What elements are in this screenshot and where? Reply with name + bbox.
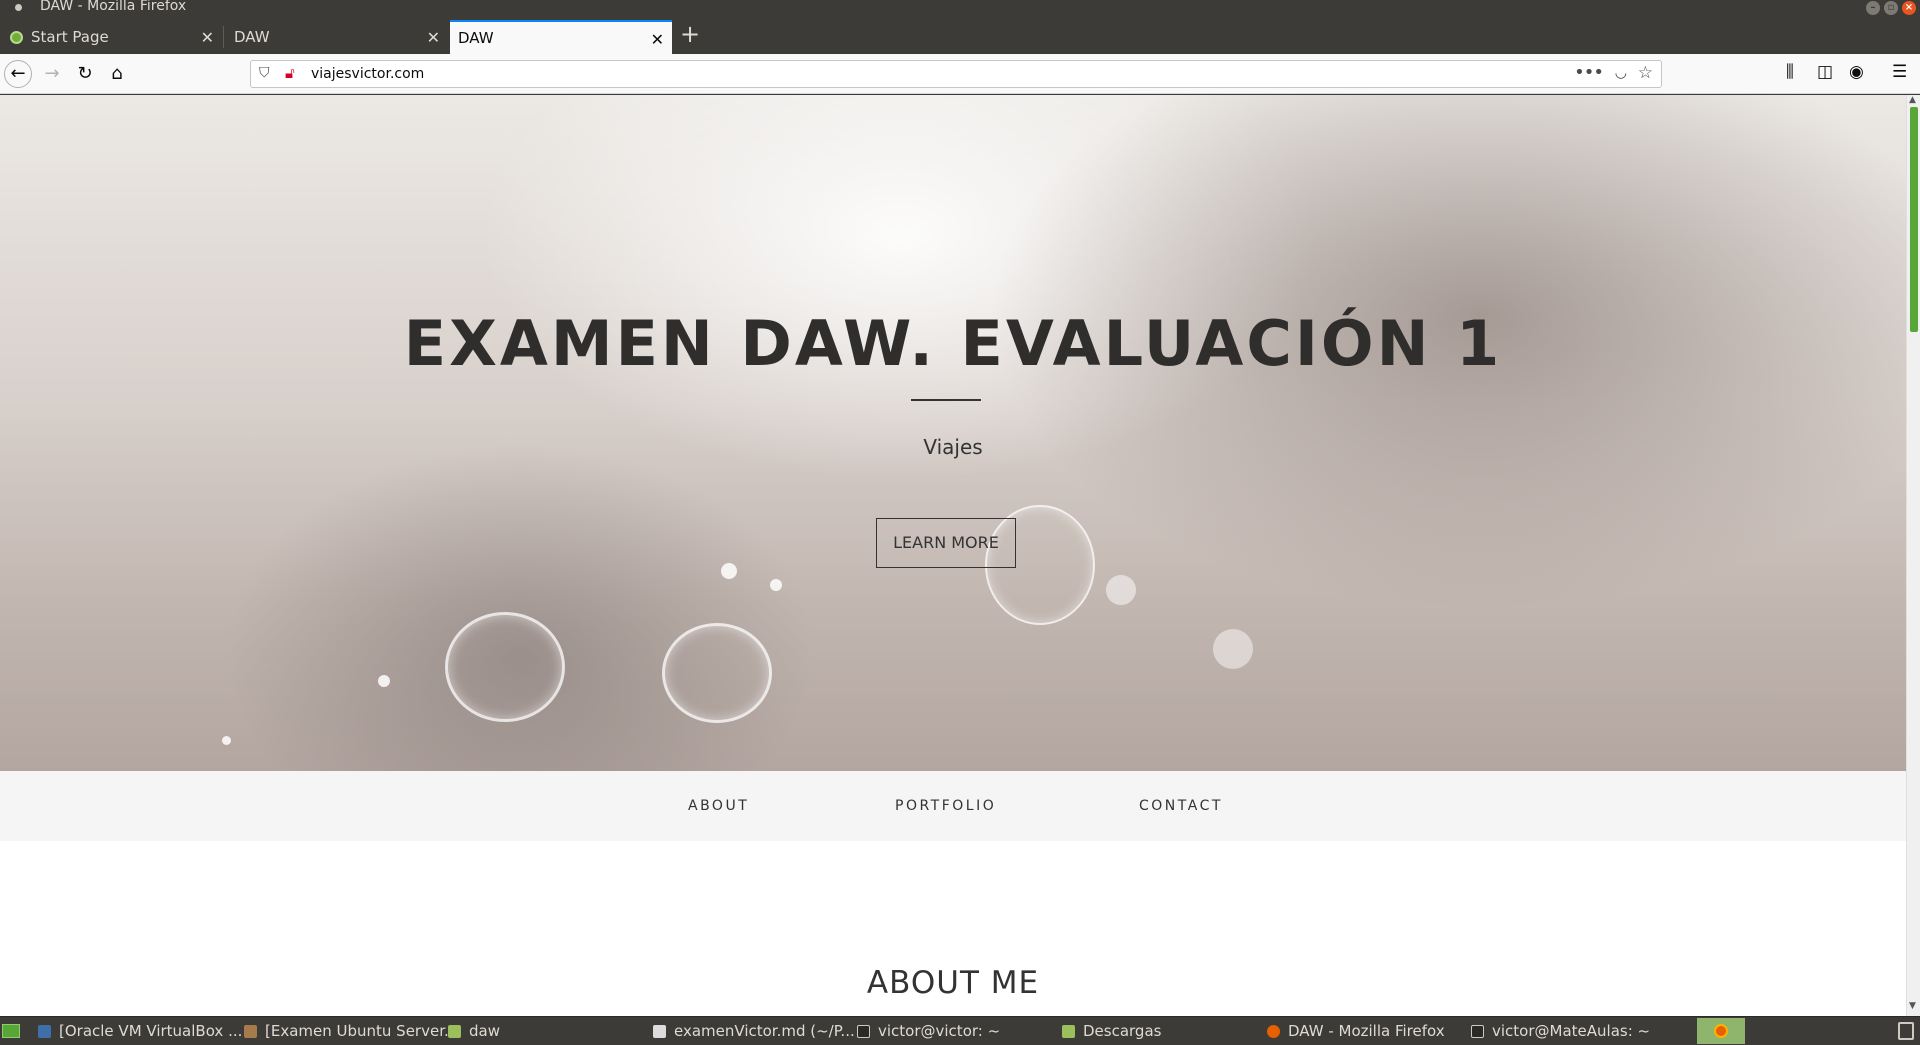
section-navigation: ABOUT PORTFOLIO CONTACT [0,771,1906,841]
system-taskbar: [Oracle VM VirtualBox ... [Examen Ubuntu… [0,1016,1920,1045]
nav-link-about[interactable]: ABOUT [688,798,749,814]
taskbar-item-label: victor@victor: ~ [878,1022,1001,1040]
window-menu-icon[interactable] [15,4,22,11]
taskbar-item-label: DAW - Mozilla Firefox [1288,1022,1445,1040]
taskbar-item-terminal-victor[interactable]: victor@victor: ~ [857,1022,1000,1040]
navigation-toolbar: ← → ↻ ⌂ ⛉ 🔓︎ viajesvictor.com ••• ◡ ☆ ⫼ … [0,54,1920,94]
taskbar-item-terminal-mateaulas[interactable]: victor@MateAulas: ~ [1471,1022,1650,1040]
address-bar[interactable]: ⛉ 🔓︎ viajesvictor.com ••• ◡ ☆ [250,60,1662,88]
text-editor-icon [653,1024,666,1038]
scroll-up-arrow-icon[interactable]: ▲ [1909,95,1916,105]
taskbar-item-descargas[interactable]: Descargas [1062,1022,1161,1040]
hero-subtitle: Viajes [923,435,983,459]
forward-arrow-icon[interactable]: → [38,60,66,88]
close-window-button[interactable]: × [1902,1,1916,15]
maximize-button[interactable]: ▫ [1884,1,1898,15]
taskbar-item-virtualbox[interactable]: [Oracle VM VirtualBox ... [38,1022,242,1040]
folder-icon [448,1024,461,1038]
hero-divider [911,399,981,401]
close-tab-icon[interactable]: ✕ [201,28,214,47]
sparkle-decoration [222,736,231,745]
nav-link-portfolio[interactable]: PORTFOLIO [895,798,996,814]
tab-start-page[interactable]: Start Page ✕ [0,20,222,54]
taskbar-item-label: [Oracle VM VirtualBox ... [59,1022,243,1040]
tracking-shield-icon[interactable]: ⛉ [259,65,270,81]
vm-window-icon [244,1024,257,1038]
scroll-down-arrow-icon[interactable]: ▼ [1909,1001,1916,1011]
hero-section: EXAMEN DAW. EVALUACIÓN 1 Viajes LEARN MO… [0,95,1906,771]
tab-label: Start Page [31,28,109,46]
learn-more-button[interactable]: LEARN MORE [876,518,1016,568]
terminal-icon [1471,1024,1484,1038]
sparkle-decoration [770,579,782,591]
taskbar-item-label: examenVictor.md (~/P... [674,1022,855,1040]
tab-label: DAW [458,29,494,47]
tab-strip: Start Page ✕ DAW ✕ DAW ✕ + [0,16,1920,54]
taskbar-item-daw-folder[interactable]: daw [448,1022,500,1040]
sparkle-decoration [1213,629,1253,669]
back-arrow-icon[interactable]: ← [4,60,32,88]
library-icon[interactable]: ⫼ [1786,62,1794,82]
tab-label: DAW [234,28,270,46]
new-tab-icon[interactable]: + [680,20,700,48]
taskbar-item-label: daw [469,1022,500,1040]
nav-link-contact[interactable]: CONTACT [1139,798,1223,814]
sidebar-icon[interactable]: ◫ [1817,62,1833,82]
close-tab-icon[interactable]: ✕ [427,28,440,47]
page-actions-more-icon[interactable]: ••• [1574,62,1604,83]
virtualbox-icon [38,1024,51,1038]
hero-title: EXAMEN DAW. EVALUACIÓN 1 [403,307,1503,380]
bookmark-star-icon[interactable]: ☆ [1638,63,1653,83]
sparkle-decoration [1106,575,1136,605]
show-desktop-icon[interactable] [2,1024,20,1038]
tab-daw-active[interactable]: DAW ✕ [450,20,672,54]
url-text[interactable]: viajesvictor.com [311,66,424,82]
window-titlebar: DAW - Mozilla Firefox – ▫ × [0,0,1920,16]
trash-icon[interactable] [1898,1022,1914,1040]
start-page-favicon-icon [10,30,23,44]
window-title: DAW - Mozilla Firefox [40,0,187,14]
workspace-switcher[interactable] [1697,1018,1745,1044]
bubble-decoration [445,612,565,722]
sparkle-decoration [378,675,390,687]
close-tab-icon[interactable]: ✕ [651,30,664,49]
page-viewport: EXAMEN DAW. EVALUACIÓN 1 Viajes LEARN MO… [0,95,1906,1016]
taskbar-item-label: [Examen Ubuntu Server... [265,1022,459,1040]
folder-icon [1062,1024,1075,1038]
taskbar-item-label: Descargas [1083,1022,1162,1040]
firefox-icon [1267,1024,1280,1038]
taskbar-item-editor[interactable]: examenVictor.md (~/P... [653,1022,855,1040]
taskbar-item-examen-ubuntu[interactable]: [Examen Ubuntu Server... [244,1022,458,1040]
reload-icon[interactable]: ↻ [71,60,99,88]
scrollbar-thumb[interactable] [1910,107,1918,332]
taskbar-item-firefox[interactable]: DAW - Mozilla Firefox [1267,1022,1445,1040]
minimize-button[interactable]: – [1866,1,1880,15]
about-me-heading: ABOUT ME [866,965,1040,1001]
firefox-workspace-icon [1714,1024,1728,1038]
sparkle-decoration [721,563,737,579]
pocket-icon[interactable]: ◡ [1615,65,1627,81]
taskbar-item-label: victor@MateAulas: ~ [1492,1022,1651,1040]
bubble-decoration [662,623,772,723]
tab-daw-1[interactable]: DAW ✕ [226,20,448,54]
tab-separator [223,26,224,48]
window-controls: – ▫ × [1866,1,1916,15]
home-icon[interactable]: ⌂ [103,60,131,88]
account-icon[interactable]: ◉ [1849,62,1864,82]
page-scrollbar[interactable]: ▲ ▼ [1906,95,1920,1016]
insecure-lock-icon[interactable]: 🔓︎ [285,64,295,82]
hamburger-menu-icon[interactable]: ☰ [1892,62,1907,82]
terminal-icon [857,1024,870,1038]
